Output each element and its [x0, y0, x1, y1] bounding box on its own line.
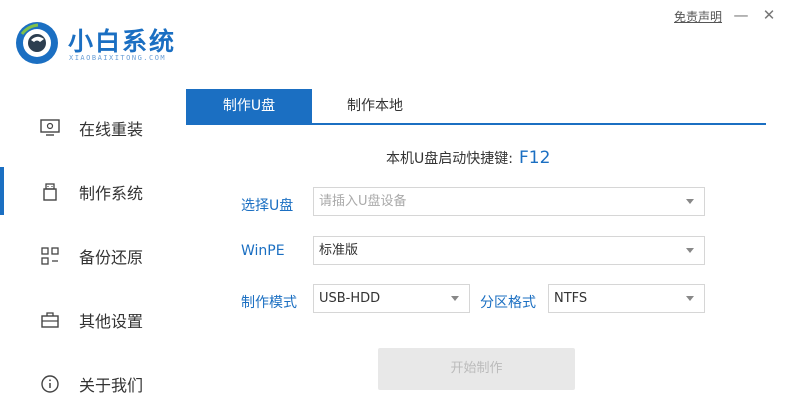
close-button[interactable]: ✕ — [759, 4, 779, 26]
usb-select-label: 选择U盘 — [241, 198, 294, 214]
chevron-down-icon — [451, 296, 459, 301]
start-make-button[interactable]: 开始制作 — [378, 348, 575, 390]
sidebar-item-label: 制作系统 — [79, 184, 144, 203]
winpe-label: WinPE — [241, 243, 285, 259]
usb-drive-icon — [43, 183, 57, 201]
tab-make-local[interactable]: 制作本地 — [312, 89, 438, 123]
sidebar-item-label: 其他设置 — [79, 312, 144, 331]
winpe-value: 标准版 — [319, 243, 359, 258]
sidebar-item-label: 关于我们 — [79, 376, 144, 395]
briefcase-icon — [41, 312, 59, 328]
sidebar-item-about-us[interactable]: 关于我们 — [0, 351, 186, 400]
sidebar-item-online-reinstall[interactable]: 在线重装 — [0, 95, 186, 159]
mode-label: 制作模式 — [241, 295, 297, 311]
partition-label: 分区格式 — [480, 295, 536, 311]
sidebar-item-other-settings[interactable]: 其他设置 — [0, 287, 186, 351]
monitor-icon — [40, 119, 60, 136]
sidebar-item-label: 在线重装 — [79, 120, 144, 139]
chevron-down-icon — [686, 296, 694, 301]
app-window: 小白系统 XIAOBAIXITONG.COM 免责声明 — ✕ 在线重装 制作系… — [0, 0, 786, 400]
partition-value: NTFS — [554, 291, 588, 306]
sidebar-item-make-system[interactable]: 制作系统 — [0, 159, 186, 223]
chevron-down-icon — [686, 199, 694, 204]
chevron-down-icon — [686, 248, 694, 253]
brand-subtitle: XIAOBAIXITONG.COM — [69, 54, 167, 62]
sidebar-item-label: 备份还原 — [79, 248, 144, 267]
minimize-button[interactable]: — — [731, 4, 751, 26]
usb-device-placeholder: 请插入U盘设备 — [319, 194, 407, 209]
sidebar: 在线重装 制作系统 备份还原 其他设置 关于我们 — [0, 88, 186, 400]
tab-make-usb[interactable]: 制作U盘 — [186, 89, 312, 123]
mode-value: USB-HDD — [319, 291, 381, 306]
disclaimer-link[interactable]: 免责声明 — [674, 8, 722, 25]
mode-select[interactable]: USB-HDD — [313, 284, 470, 313]
winpe-select[interactable]: 标准版 — [313, 236, 705, 265]
tab-bar: 制作U盘 制作本地 — [186, 89, 766, 125]
header: 小白系统 XIAOBAIXITONG.COM 免责声明 — ✕ — [0, 0, 786, 88]
usb-boot-hotkey: 本机U盘启动快捷键: F12 — [386, 148, 550, 168]
logo-icon — [16, 22, 58, 64]
partition-select[interactable]: NTFS — [548, 284, 705, 313]
hotkey-value: F12 — [518, 148, 551, 168]
brand-name: 小白系统 — [68, 27, 177, 56]
info-icon — [41, 375, 59, 393]
hotkey-label: 本机U盘启动快捷键: — [386, 151, 513, 167]
grid-icon — [41, 247, 59, 265]
usb-device-select[interactable]: 请插入U盘设备 — [313, 187, 705, 216]
sidebar-item-backup-restore[interactable]: 备份还原 — [0, 223, 186, 287]
